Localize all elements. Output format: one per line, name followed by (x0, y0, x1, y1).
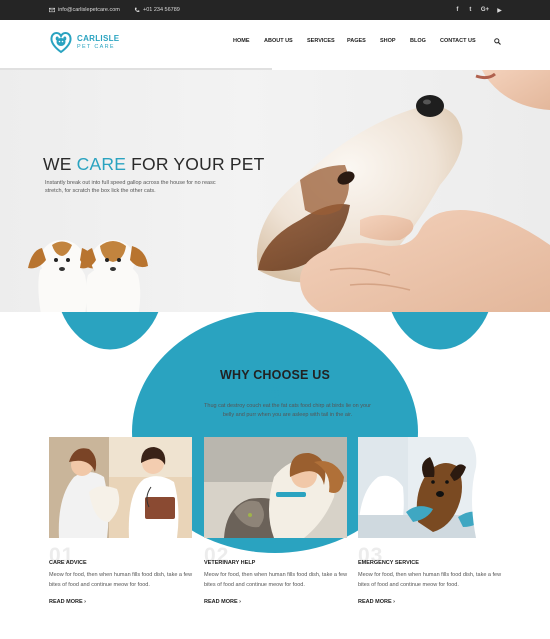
email-text: info@carlislepetcare.com (58, 7, 120, 13)
phone-icon (134, 7, 140, 13)
puppies (28, 240, 148, 312)
hero-title-start: WE (43, 154, 77, 174)
owner-face (475, 70, 550, 110)
hero-title-end: FOR YOUR PET (126, 154, 265, 174)
twitter-icon[interactable]: t (468, 7, 473, 13)
hero-title: WE CARE FOR YOUR PET (43, 154, 264, 175)
logo-name: CARLISLE (77, 33, 120, 43)
card-image-veterinary-help[interactable] (204, 437, 347, 538)
youtube-icon[interactable]: ▶ (497, 7, 502, 14)
nav-blog[interactable]: BLOG (410, 38, 426, 44)
card-text: Meow for food, then when human fills foo… (204, 572, 348, 588)
top-bar: info@carlislepetcare.com +01 234 56789 f… (0, 0, 550, 20)
envelope-icon (49, 7, 55, 13)
read-more-link[interactable]: READ MORE › (204, 599, 241, 605)
phone-contact[interactable]: +01 234 56789 (134, 0, 180, 20)
facebook-icon[interactable]: f (455, 7, 460, 13)
section-title: WHY CHOOSE US (219, 368, 331, 382)
card-title-emergency-service: EMERGENCY SERVICE (358, 560, 419, 566)
site-header: CARLISLE PET CARE HOME ABOUT US SERVICES… (0, 20, 550, 553)
hero-title-accent: CARE (76, 154, 127, 174)
phone-text: +01 234 56789 (143, 7, 180, 13)
social-links: f t G+ ▶ (455, 0, 502, 20)
card-text: Meow for food, then when human fills foo… (49, 572, 193, 588)
read-more-link[interactable]: READ MORE › (49, 599, 86, 605)
nav-about-us[interactable]: ABOUT US (264, 38, 293, 44)
section-divider (230, 387, 320, 398)
email-contact[interactable]: info@carlislepetcare.com (49, 0, 120, 20)
card-image-emergency-service[interactable] (358, 437, 501, 538)
search-icon[interactable] (494, 38, 501, 45)
google-plus-icon[interactable]: G+ (481, 7, 489, 13)
nav-services[interactable]: SERVICES (307, 38, 335, 44)
nav-shop[interactable]: SHOP (380, 38, 396, 44)
card-title-veterinary-help: VETERINARY HELP (204, 560, 256, 566)
card-image-care-advice[interactable] (49, 437, 192, 538)
card-title-care-advice: CARE ADVICE (49, 560, 87, 566)
read-more-link[interactable]: READ MORE › (358, 599, 395, 605)
nav-pages[interactable]: PAGES (347, 38, 366, 44)
card-text: Meow for food, then when human fills foo… (358, 572, 502, 588)
nav-home[interactable]: HOME (233, 38, 250, 44)
hero-description: Instantly break out into full speed gall… (45, 180, 216, 194)
section-description: Thug cat destroy couch eat the fat cats … (204, 403, 371, 418)
nav-contact-us[interactable]: CONTACT US (440, 38, 476, 44)
